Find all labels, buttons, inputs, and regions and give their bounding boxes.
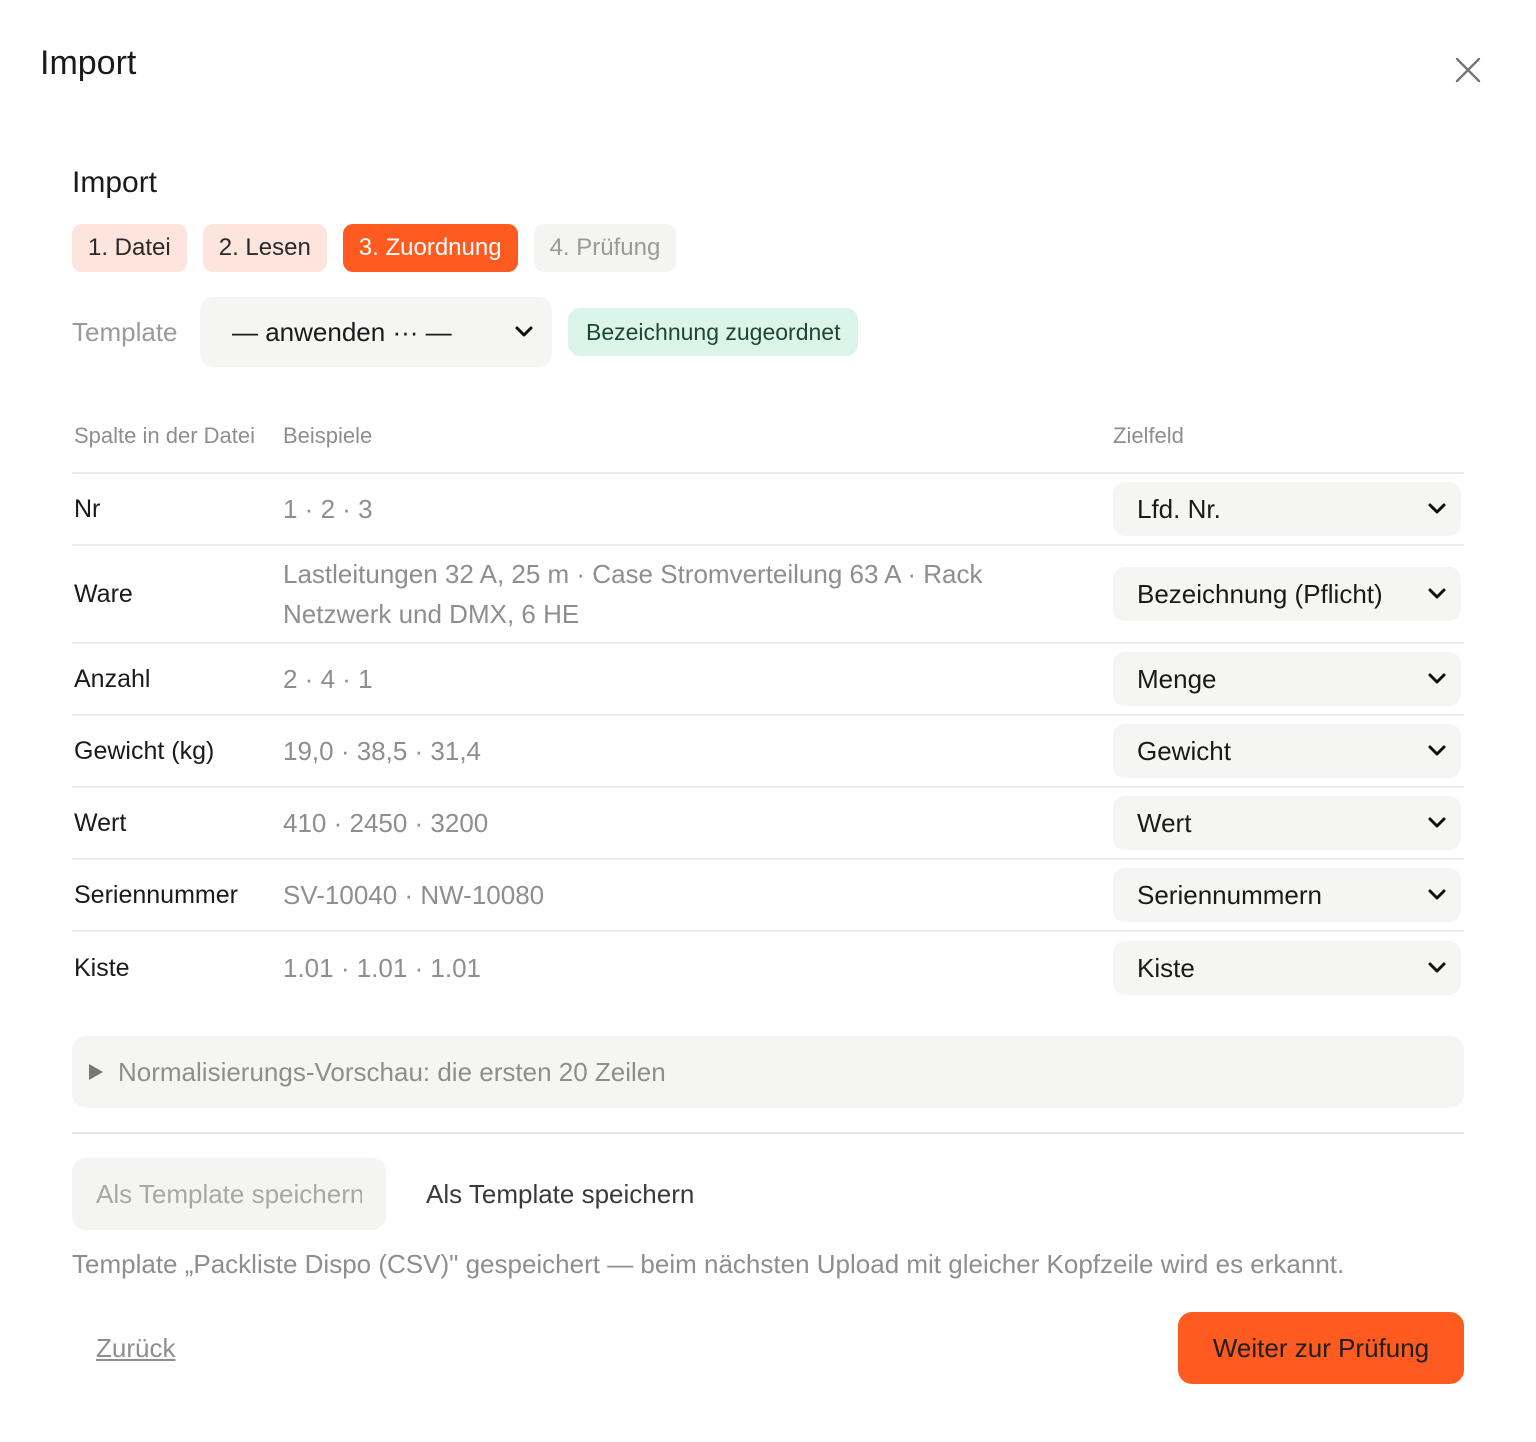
chevron-down-icon xyxy=(1427,744,1447,758)
import-dialog: Import Import 1. Datei 2. Lesen 3. Zuord… xyxy=(0,0,1536,1442)
target-field-select[interactable]: Kiste xyxy=(1113,941,1461,995)
column-examples: SV-10040 · NW-10080 xyxy=(283,880,545,910)
wizard-steps: 1. Datei 2. Lesen 3. Zuordnung 4. Prüfun… xyxy=(72,224,1464,272)
table-row: Ware Lastleitungen 32 A, 25 m · Case Str… xyxy=(72,546,1464,644)
divider xyxy=(72,1132,1464,1134)
target-field-select[interactable]: Lfd. Nr. xyxy=(1113,482,1461,536)
chevron-down-icon xyxy=(1427,961,1447,975)
column-examples: 1.01 · 1.01 · 1.01 xyxy=(283,953,482,983)
target-field-value: Bezeichnung (Pflicht) xyxy=(1137,578,1383,609)
chevron-down-icon xyxy=(1427,587,1447,601)
column-name: Seriennummer xyxy=(74,880,238,909)
chevron-down-icon xyxy=(1427,816,1447,830)
wizard-content: Import 1. Datei 2. Lesen 3. Zuordnung 4.… xyxy=(72,150,1464,1384)
dialog-title: Import xyxy=(40,44,137,82)
column-name: Gewicht (kg) xyxy=(74,736,215,765)
column-name: Ware xyxy=(74,579,133,608)
column-name: Nr xyxy=(74,494,101,523)
template-label: Template xyxy=(72,316,178,347)
table-row: Anzahl 2 · 4 · 1 Menge xyxy=(72,644,1464,716)
step-zuordnung[interactable]: 3. Zuordnung xyxy=(342,224,518,272)
chevron-down-icon xyxy=(1427,672,1447,686)
table-row: Kiste 1.01 · 1.01 · 1.01 Kiste xyxy=(72,932,1464,1004)
wizard-title: Import xyxy=(72,166,158,199)
close-button[interactable] xyxy=(1448,50,1488,90)
save-confirmation-message: Template „Packliste Dispo (CSV)" gespeic… xyxy=(72,1249,1345,1279)
disclosure-triangle-icon xyxy=(89,1064,103,1080)
table-row: Wert 410 · 2450 · 3200 Wert xyxy=(72,788,1464,860)
normalization-preview-toggle[interactable]: Normalisierungs-Vorschau: die ersten 20 … xyxy=(72,1036,1464,1108)
template-select-value: — anwenden ··· — xyxy=(232,316,452,347)
header-target: Zielfeld xyxy=(1113,423,1184,448)
target-field-value: Lfd. Nr. xyxy=(1137,493,1221,524)
back-link[interactable]: Zurück xyxy=(96,1333,175,1364)
step-datei[interactable]: 1. Datei xyxy=(72,224,187,272)
target-field-value: Seriennummern xyxy=(1137,879,1322,910)
chevron-down-icon xyxy=(1427,502,1447,516)
target-field-select[interactable]: Bezeichnung (Pflicht) xyxy=(1113,567,1461,621)
chevron-down-icon xyxy=(1427,888,1447,902)
header-column: Spalte in der Datei xyxy=(74,423,255,448)
template-row: Template — anwenden ··· — Bezeichnung zu… xyxy=(72,296,1464,368)
next-to-review-button[interactable]: Weiter zur Prüfung xyxy=(1178,1312,1464,1384)
template-select[interactable]: — anwenden ··· — xyxy=(200,297,552,367)
target-field-select[interactable]: Wert xyxy=(1113,796,1461,850)
target-field-value: Wert xyxy=(1137,807,1192,838)
target-field-value: Menge xyxy=(1137,663,1217,694)
table-row: Nr 1 · 2 · 3 Lfd. Nr. xyxy=(72,474,1464,546)
table-row: Gewicht (kg) 19,0 · 38,5 · 31,4 Gewicht xyxy=(72,716,1464,788)
column-examples: Lastleitungen 32 A, 25 m · Case Stromver… xyxy=(283,559,983,629)
column-examples: 2 · 4 · 1 xyxy=(283,664,373,694)
mapping-table: Spalte in der Datei Beispiele Zielfeld N… xyxy=(72,400,1464,1004)
column-name: Kiste xyxy=(74,953,130,982)
template-name-input[interactable] xyxy=(72,1158,386,1230)
step-pruefung[interactable]: 4. Prüfung xyxy=(533,224,677,272)
column-name: Wert xyxy=(74,808,127,837)
target-field-value: Kiste xyxy=(1137,952,1195,983)
target-field-value: Gewicht xyxy=(1137,735,1231,766)
target-field-select[interactable]: Menge xyxy=(1113,652,1461,706)
status-badge: Bezeichnung zugeordnet xyxy=(568,308,859,356)
target-field-select[interactable]: Seriennummern xyxy=(1113,868,1461,922)
column-name: Anzahl xyxy=(74,664,151,693)
table-row: Seriennummer SV-10040 · NW-10080 Serienn… xyxy=(72,860,1464,932)
target-field-select[interactable]: Gewicht xyxy=(1113,724,1461,778)
column-examples: 1 · 2 · 3 xyxy=(283,494,373,524)
dialog-footer: Zurück Weiter zur Prüfung xyxy=(72,1312,1464,1384)
column-examples: 19,0 · 38,5 · 31,4 xyxy=(283,736,482,766)
column-examples: 410 · 2450 · 3200 xyxy=(283,808,489,838)
save-template-button[interactable]: Als Template speichern xyxy=(426,1179,694,1210)
save-template-row: Als Template speichern xyxy=(72,1158,1464,1230)
header-examples: Beispiele xyxy=(283,423,373,448)
close-icon xyxy=(1455,57,1481,83)
step-lesen[interactable]: 2. Lesen xyxy=(202,224,327,272)
chevron-down-icon xyxy=(514,325,534,339)
preview-label: Normalisierungs-Vorschau: die ersten 20 … xyxy=(118,1056,666,1087)
table-header: Spalte in der Datei Beispiele Zielfeld xyxy=(72,400,1464,474)
